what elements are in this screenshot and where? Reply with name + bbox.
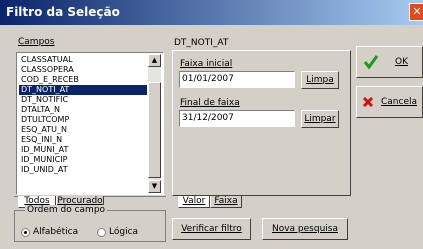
list-item[interactable]: ID_MUNICIP (19, 155, 147, 165)
scroll-thumb[interactable] (148, 82, 161, 178)
arrow-down-icon: ▼ (151, 182, 158, 190)
cancel-x-icon (362, 96, 374, 108)
list-item[interactable]: DT_NOTIFIC (19, 95, 147, 105)
final-faixa-label: Final de faixa (180, 98, 240, 108)
scroll-up-button[interactable]: ▲ (148, 54, 161, 67)
faixa-inicial-input[interactable]: 01/01/2007 (179, 71, 295, 88)
cancel-button[interactable]: Cancela (356, 86, 423, 118)
filter-dialog: Filtro da Seleção ✕ Campos CLASSATUAL CLA… (0, 0, 423, 249)
list-item[interactable]: CLASSATUAL (19, 55, 147, 65)
close-icon: ✕ (412, 5, 422, 18)
ok-button[interactable]: OK (356, 46, 423, 78)
tab-faixa[interactable]: Faixa (210, 196, 242, 208)
list-item[interactable]: ESQ_INI_N (19, 135, 147, 145)
limpar-final-button[interactable]: Limpar (301, 110, 339, 128)
window-title: Filtro da Seleção (6, 5, 120, 19)
list-item[interactable]: DTULTCOMP (19, 115, 147, 125)
list-item[interactable]: ID_MUNI_AT (19, 145, 147, 155)
radio-logica-label: Lógica (109, 227, 139, 237)
checkmark-icon (363, 55, 379, 70)
list-item[interactable]: DTALTA_N (19, 105, 147, 115)
ordem-group: Ordem do campo Alfabética Lógica (14, 205, 166, 242)
verify-filter-button[interactable]: Verificar filtro (172, 218, 251, 240)
title-bar[interactable]: Filtro da Seleção ✕ (0, 0, 423, 25)
arrow-up-icon: ▲ (151, 56, 158, 64)
list-item[interactable]: COD_E_RECEB (19, 75, 147, 85)
faixa-inicial-label: Faixa inicial (180, 59, 233, 69)
close-button[interactable]: ✕ (409, 3, 423, 21)
tab-valor[interactable]: Valor (178, 196, 210, 208)
limpa-inicial-button[interactable]: Limpa (301, 71, 339, 89)
ordem-label: Ordem do campo (25, 205, 108, 215)
final-faixa-input[interactable]: 31/12/2007 (179, 110, 295, 127)
new-search-button[interactable]: Nova pesquisa (262, 218, 348, 240)
list-item[interactable]: CLASSOPERA (19, 65, 147, 75)
selected-field-name: DT_NOTI_AT (174, 38, 229, 48)
radio-logica[interactable] (97, 228, 106, 237)
radio-alfabetica-label: Alfabética (33, 227, 79, 237)
fields-listbox[interactable]: CLASSATUAL CLASSOPERA COD_E_RECEB DT_NOTI_A… (16, 52, 164, 195)
list-item[interactable]: ID_UNID_AT (19, 165, 147, 175)
list-item[interactable]: DT_NOTI_AT (19, 85, 147, 95)
list-item[interactable]: ESQ_ATU_N (19, 125, 147, 135)
scroll-down-button[interactable]: ▼ (148, 180, 161, 193)
fields-label: Campos (18, 37, 55, 47)
fields-scrollbar[interactable]: ▲ ▼ (148, 54, 161, 193)
radio-selected-dot (24, 231, 27, 234)
radio-alfabetica[interactable] (21, 228, 30, 237)
